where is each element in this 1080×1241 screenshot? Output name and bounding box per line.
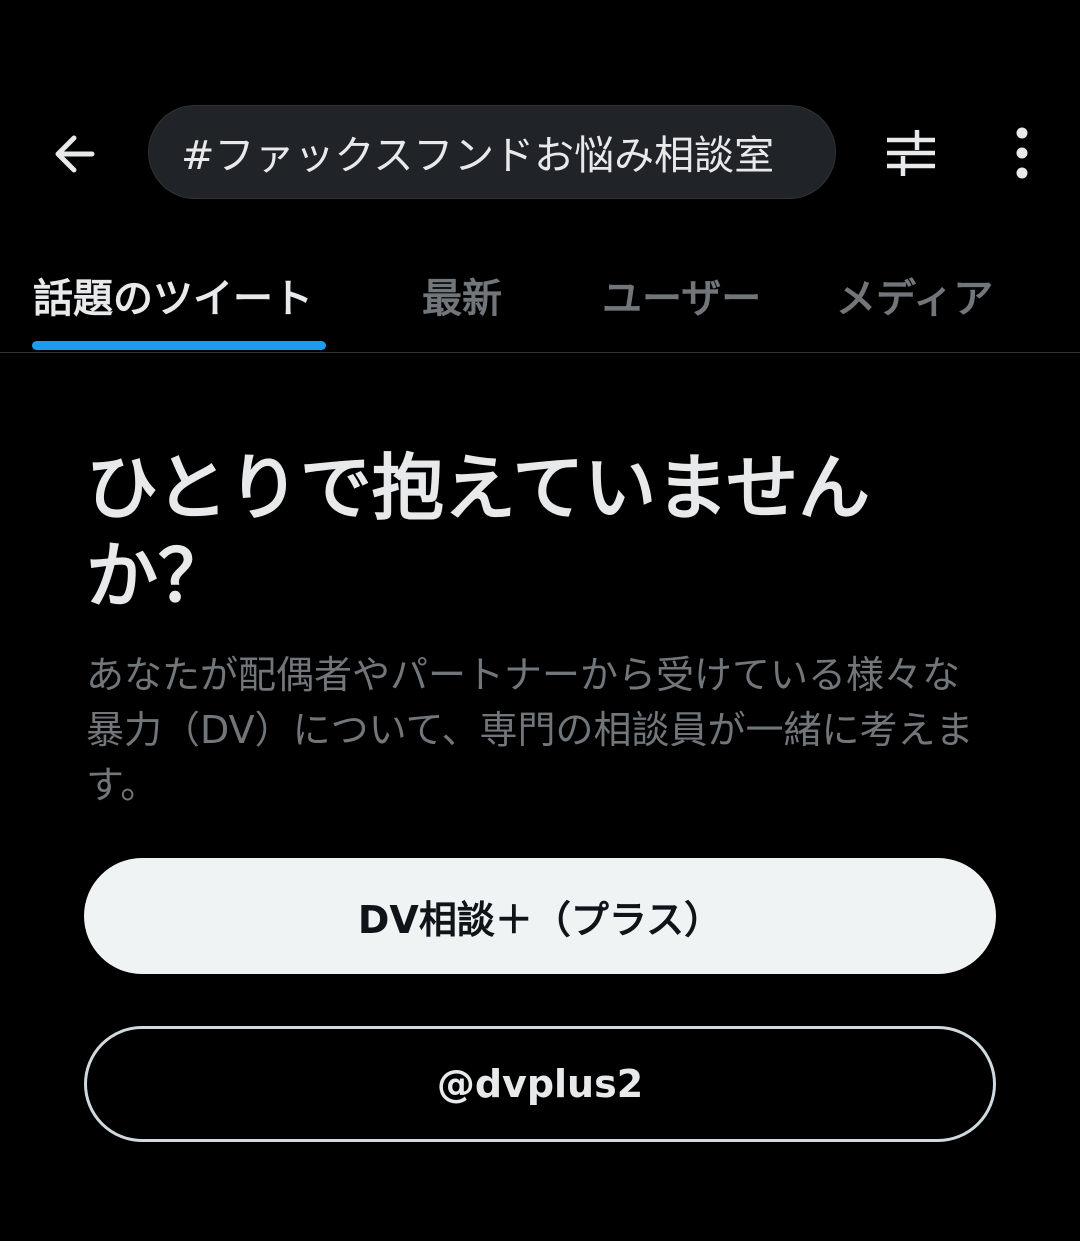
tab-latest[interactable]: 最新: [422, 266, 502, 324]
search-tabs: 話題のツイート 最新 ユーザー メディア: [0, 240, 1080, 353]
search-filter-button[interactable]: [876, 120, 946, 186]
tab-top-tweets[interactable]: 話題のツイート: [33, 266, 313, 324]
more-vertical-icon: [1016, 127, 1028, 179]
sliders-icon: [887, 130, 935, 176]
search-input[interactable]: #ファックスフンドお悩み相談室: [148, 105, 836, 199]
promo-body-text: あなたが配偶者やパートナーから受けている様々な暴力（DV）について、専門の相談員…: [86, 653, 974, 807]
more-options-button[interactable]: [992, 120, 1052, 186]
search-query-text: #ファックスフンドお悩み相談室: [181, 133, 775, 179]
top-app-bar: #ファックスフンドお悩み相談室: [0, 0, 1080, 230]
dvplus-account-button[interactable]: @dvplus2: [84, 1026, 996, 1142]
dv-consultation-button[interactable]: DV相談＋（プラス）: [84, 858, 996, 974]
active-tab-indicator: [32, 341, 326, 350]
tab-users[interactable]: ユーザー: [602, 266, 761, 324]
back-button[interactable]: [44, 124, 104, 184]
dv-consultation-button-label: DV相談＋（プラス）: [357, 897, 723, 942]
dvplus-account-button-label: @dvplus2: [436, 1062, 644, 1106]
promo-headline: ひとりで抱えていませんか？: [86, 446, 871, 618]
arrow-left-icon: [55, 135, 95, 173]
tab-media[interactable]: メディア: [836, 266, 993, 324]
